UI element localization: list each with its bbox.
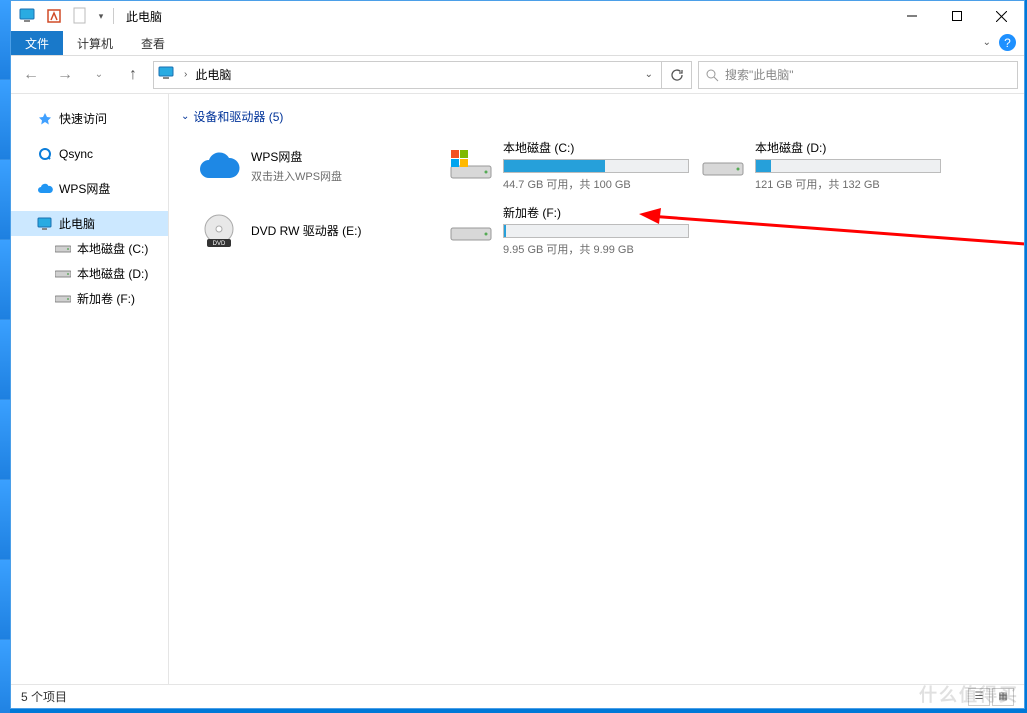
- address-box[interactable]: › 此电脑 ⌄: [153, 61, 662, 89]
- search-placeholder: 搜索"此电脑": [725, 66, 794, 83]
- nav-drive-f[interactable]: 新加卷 (F:): [11, 286, 168, 311]
- search-input[interactable]: 搜索"此电脑": [698, 61, 1018, 89]
- close-button[interactable]: [979, 1, 1024, 31]
- drive-icon: [449, 144, 493, 188]
- this-pc-icon: [17, 5, 39, 27]
- content-pane[interactable]: ⌄ 设备和驱动器 (5) WPS网盘 双击进入WPS网盘: [169, 94, 1024, 684]
- usage-bar: [503, 159, 689, 173]
- drive-icon: [701, 144, 745, 188]
- cloud-icon: [197, 144, 241, 188]
- tile-drive-f[interactable]: 新加卷 (F:) 9.95 GB 可用，共 9.99 GB: [441, 198, 693, 263]
- drive-icon: [449, 209, 493, 253]
- tile-title: DVD RW 驱动器 (E:): [251, 222, 433, 239]
- usage-fill: [756, 160, 771, 172]
- tab-file[interactable]: 文件: [11, 31, 63, 55]
- window-title: 此电脑: [126, 8, 162, 25]
- forward-button[interactable]: →: [51, 61, 79, 89]
- chevron-down-icon[interactable]: ⌄: [181, 111, 189, 122]
- qsync-icon: [37, 146, 53, 162]
- tab-view[interactable]: 查看: [127, 31, 179, 55]
- statusbar: 5 个项目 ☰ ▦: [11, 684, 1024, 708]
- cloud-icon: [37, 181, 53, 197]
- minimize-button[interactable]: [889, 1, 934, 31]
- tile-wps[interactable]: WPS网盘 双击进入WPS网盘: [189, 133, 441, 198]
- usage-bar: [755, 159, 941, 173]
- tile-title: 新加卷 (F:): [503, 204, 689, 221]
- qat-dropdown-icon[interactable]: ▾: [95, 5, 107, 27]
- usage-fill: [504, 225, 506, 237]
- status-count: 5 个项目: [21, 688, 67, 705]
- svg-text:DVD: DVD: [213, 241, 226, 247]
- maximize-button[interactable]: [934, 1, 979, 31]
- address-bar: ← → ⌄ ↑ › 此电脑 ⌄ 搜索"此电脑": [11, 56, 1024, 94]
- chevron-right-icon[interactable]: ›: [180, 69, 191, 80]
- watermark: 什么值得买: [919, 681, 1019, 707]
- tab-computer[interactable]: 计算机: [63, 31, 127, 55]
- up-button[interactable]: ↑: [119, 61, 147, 89]
- section-header-devices[interactable]: ⌄ 设备和驱动器 (5): [175, 104, 1018, 129]
- tile-sub: 双击进入WPS网盘: [251, 168, 433, 184]
- help-icon[interactable]: ?: [999, 34, 1016, 51]
- recent-dropdown-icon[interactable]: ⌄: [85, 61, 113, 89]
- refresh-button[interactable]: [662, 61, 692, 89]
- this-pc-icon: [158, 66, 176, 84]
- ribbon-expand-icon[interactable]: ⌄: [983, 37, 991, 48]
- explorer-window: ▾ 此电脑 文件 计算机 查看 ⌄ ? ← → ⌄ ↑ › 此电脑 ⌄: [10, 0, 1025, 709]
- nav-wps[interactable]: WPS网盘: [11, 176, 168, 201]
- address-dropdown-icon[interactable]: ⌄: [641, 69, 657, 80]
- nav-this-pc[interactable]: 此电脑: [11, 211, 168, 236]
- tile-title: WPS网盘: [251, 148, 433, 165]
- this-pc-icon: [37, 216, 53, 232]
- nav-drive-c[interactable]: 本地磁盘 (C:): [11, 236, 168, 261]
- drive-icon: [55, 291, 71, 307]
- tile-sub: 121 GB 可用，共 132 GB: [755, 176, 941, 192]
- tile-sub: 9.95 GB 可用，共 9.99 GB: [503, 241, 689, 257]
- tile-dvd[interactable]: DVD DVD RW 驱动器 (E:): [189, 198, 441, 263]
- nav-drive-d[interactable]: 本地磁盘 (D:): [11, 261, 168, 286]
- nav-quick-access[interactable]: 快速访问: [11, 106, 168, 131]
- titlebar: ▾ 此电脑: [11, 1, 1024, 31]
- usage-bar: [503, 224, 689, 238]
- back-button[interactable]: ←: [17, 61, 45, 89]
- address-segment[interactable]: 此电脑: [195, 66, 231, 83]
- dvd-icon: DVD: [197, 209, 241, 253]
- drive-icon: [55, 241, 71, 257]
- qat-blank-icon[interactable]: [69, 5, 91, 27]
- tile-sub: 44.7 GB 可用，共 100 GB: [503, 176, 689, 192]
- properties-icon[interactable]: [43, 5, 65, 27]
- navigation-pane: 快速访问 Qsync WPS网盘 此电脑 本地磁盘 (C:): [11, 94, 169, 684]
- nav-qsync[interactable]: Qsync: [11, 141, 168, 166]
- tile-title: 本地磁盘 (D:): [755, 139, 941, 156]
- drive-icon: [55, 266, 71, 282]
- search-icon: [705, 68, 719, 82]
- ribbon: 文件 计算机 查看 ⌄ ?: [11, 31, 1024, 56]
- tile-drive-c[interactable]: 本地磁盘 (C:) 44.7 GB 可用，共 100 GB: [441, 133, 693, 198]
- star-icon: [37, 111, 53, 127]
- tile-drive-d[interactable]: 本地磁盘 (D:) 121 GB 可用，共 132 GB: [693, 133, 945, 198]
- tile-title: 本地磁盘 (C:): [503, 139, 689, 156]
- usage-fill: [504, 160, 605, 172]
